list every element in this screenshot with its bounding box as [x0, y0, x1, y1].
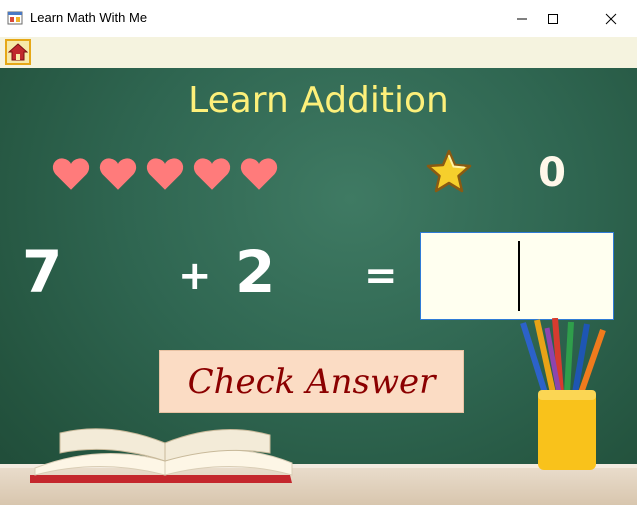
maximize-button[interactable]	[530, 0, 576, 37]
close-icon	[605, 13, 617, 24]
chalkboard-area: Learn Addition 0 7 + 2 = Check Answer	[0, 68, 637, 505]
operand-1: 7	[22, 238, 63, 306]
equals-sign: =	[364, 253, 398, 299]
home-button[interactable]	[5, 39, 31, 65]
game-heading: Learn Addition	[188, 80, 449, 121]
heart-icon	[146, 158, 184, 190]
lives-indicator	[52, 157, 278, 191]
window-title: Learn Math With Me	[30, 10, 148, 25]
answer-input[interactable]	[420, 232, 614, 320]
operand-2: 2	[235, 238, 276, 306]
operator-sign: +	[178, 253, 212, 299]
maximize-icon	[548, 13, 558, 24]
heart-icon	[193, 158, 231, 190]
home-icon	[8, 43, 28, 61]
close-button[interactable]	[588, 0, 634, 37]
toolbar	[0, 37, 637, 68]
heart-icon	[240, 158, 278, 190]
book-illustration	[30, 428, 293, 483]
heart-icon	[99, 158, 137, 190]
heart-icon	[52, 158, 90, 190]
check-answer-button[interactable]: Check Answer	[159, 350, 464, 413]
text-caret	[518, 241, 520, 311]
app-window-icon	[7, 11, 23, 25]
star-icon	[426, 149, 472, 193]
minimize-icon	[517, 18, 527, 19]
pencil-cup-illustration	[520, 318, 606, 470]
title-bar: Learn Math With Me	[0, 0, 637, 37]
score-value: 0	[538, 150, 566, 196]
